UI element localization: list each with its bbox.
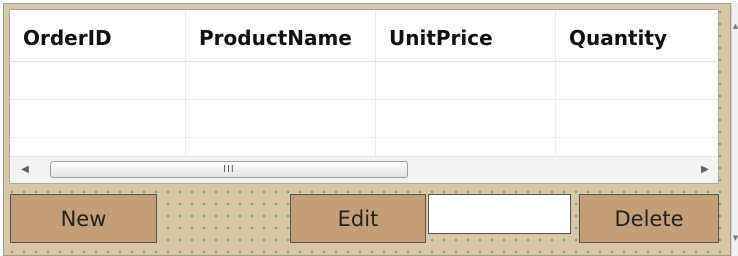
horizontal-scrollbar[interactable]: ◀ III ▶ (10, 156, 718, 183)
edit-button[interactable]: Edit (290, 194, 426, 243)
table-cell[interactable] (10, 100, 186, 137)
table-cell[interactable] (10, 62, 186, 99)
column-header-productname[interactable]: ProductName (186, 10, 376, 62)
table-cell[interactable] (186, 138, 376, 158)
table-cell[interactable] (556, 100, 718, 137)
table-cell[interactable] (556, 138, 718, 158)
table-cell[interactable] (10, 138, 186, 158)
scroll-down-icon[interactable]: ▼ (732, 233, 738, 243)
scrollbar-thumb[interactable]: III (50, 161, 408, 178)
table-cell[interactable] (376, 100, 556, 137)
table-cell[interactable] (376, 62, 556, 99)
column-header-unitprice[interactable]: UnitPrice (376, 10, 556, 62)
delete-button[interactable]: Delete (579, 194, 719, 243)
vertical-scrollbar[interactable]: ▲ ▼ (731, 3, 738, 256)
table-row[interactable] (10, 62, 718, 100)
table-cell[interactable] (376, 138, 556, 158)
scroll-up-icon[interactable]: ▲ (732, 21, 738, 31)
orders-grid[interactable]: OrderID ProductName UnitPrice Quantity ◀… (9, 9, 719, 184)
edit-input[interactable] (428, 194, 571, 234)
column-header-quantity[interactable]: Quantity (556, 10, 718, 62)
new-button[interactable]: New (10, 194, 157, 243)
scroll-right-icon[interactable]: ▶ (692, 157, 718, 183)
scroll-left-icon[interactable]: ◀ (12, 157, 38, 183)
table-row[interactable] (10, 100, 718, 138)
table-cell[interactable] (186, 100, 376, 137)
table-cell[interactable] (186, 62, 376, 99)
column-header-orderid[interactable]: OrderID (10, 10, 186, 62)
table-row[interactable] (10, 138, 718, 158)
table-cell[interactable] (556, 62, 718, 99)
grip-label: III (223, 164, 235, 175)
grid-header: OrderID ProductName UnitPrice Quantity (10, 10, 718, 62)
